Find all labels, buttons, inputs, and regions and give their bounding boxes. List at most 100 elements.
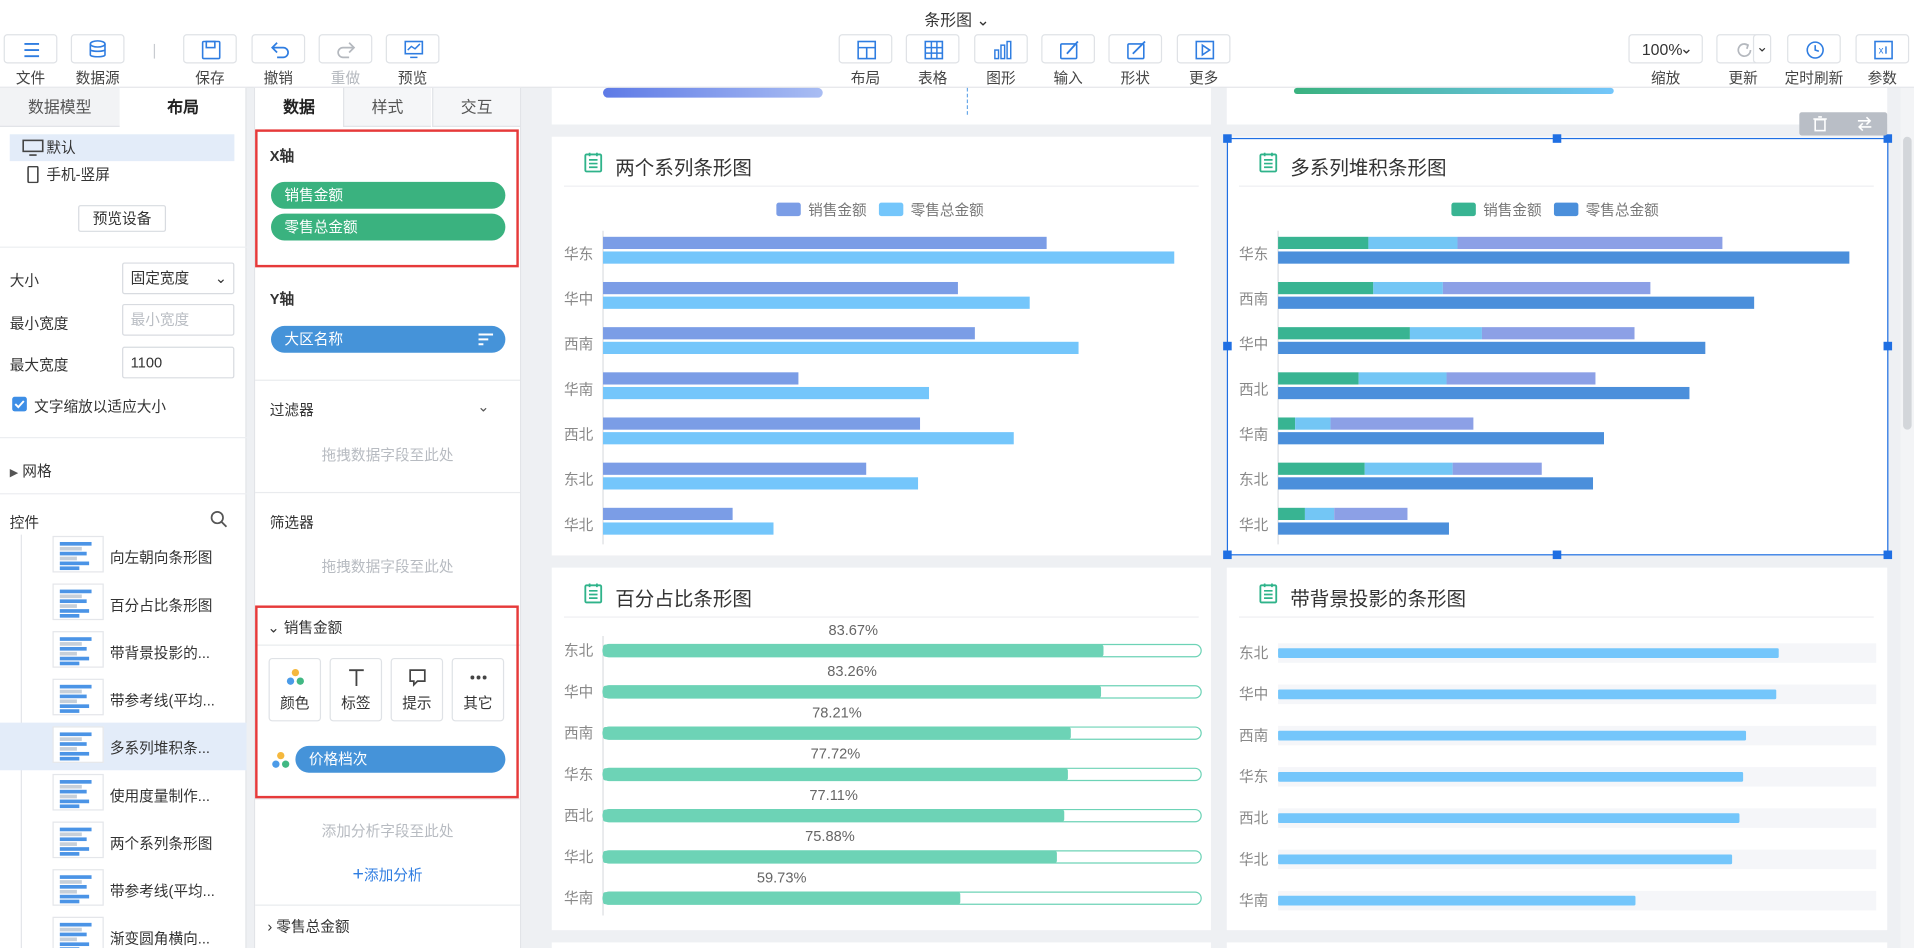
toolbar-button-frame[interactable] [318, 34, 373, 64]
refresh-dropdown[interactable]: ⌄ [1752, 34, 1772, 64]
toolbar-more-button[interactable]: 更多 [1169, 34, 1237, 88]
selector-drop-zone[interactable]: 拖拽数据字段至此处 [255, 555, 520, 576]
control-item[interactable]: 带参考线(平均... [0, 675, 247, 723]
y-tick-label: 西南 [564, 725, 593, 742]
tab-style[interactable]: 样式 [343, 87, 431, 127]
resize-handle[interactable] [1883, 550, 1893, 560]
toolbar-button-frame[interactable] [838, 34, 893, 64]
toolbar-chart-button[interactable]: 图形 [967, 34, 1035, 88]
chevron-down-icon[interactable]: ⌄ [976, 11, 989, 29]
measure2-section[interactable]: › 零售总金额 [267, 916, 349, 937]
search-icon[interactable] [210, 510, 228, 528]
size-select[interactable]: 固定宽度 ⌄ [122, 262, 235, 295]
toolbar-shape-button[interactable]: 形状 [1101, 34, 1169, 88]
resize-handle[interactable] [1223, 134, 1232, 143]
toolbar-input-button[interactable]: 输入 [1034, 34, 1102, 88]
toolbar-database-button[interactable]: 数据源 [63, 34, 131, 88]
resize-handle[interactable] [1223, 341, 1232, 351]
swap-icon[interactable] [1857, 116, 1873, 132]
tab-data[interactable]: 数据 [255, 87, 344, 127]
toolbar-button-frame[interactable]: x [1855, 34, 1910, 64]
toolbar-preview-button[interactable]: 预览 [378, 34, 446, 88]
toolbar-button-frame[interactable] [70, 34, 125, 64]
control-item[interactable]: 带背景投影的... [0, 627, 247, 675]
scrollbar-thumb[interactable] [1903, 136, 1912, 430]
min-width-input[interactable]: 最小宽度 [122, 303, 235, 336]
toolbar-button-label: 布局 [850, 69, 881, 87]
toolbar-undo-button[interactable]: 撤销 [244, 34, 312, 88]
chevron-down-icon: ⌄ [1755, 37, 1769, 55]
control-item[interactable]: 带参考线(平均... [0, 865, 247, 913]
grid-section[interactable]: ▶ 网格 [10, 460, 52, 481]
toolbar-layout-button[interactable]: 布局 [831, 34, 899, 88]
y-tick-label: 华中 [1239, 686, 1268, 703]
control-item[interactable]: 渐变圆角横向... [0, 913, 247, 948]
analysis-drop-zone[interactable]: 添加分析字段至此处 [255, 820, 520, 841]
bar [603, 236, 1047, 250]
document-title[interactable]: 条形图 ⌄ [0, 7, 1914, 30]
y-tick-label: 东北 [564, 643, 594, 660]
y-field-region[interactable]: 大区名称 [270, 325, 506, 353]
resize-handle[interactable] [1223, 550, 1232, 560]
tab-data-model[interactable]: 数据模型 [0, 87, 120, 127]
control-item[interactable]: 向左朝向条形图 [0, 532, 247, 580]
device-default[interactable]: 默认 [9, 134, 235, 162]
bar [603, 850, 1057, 864]
delete-icon[interactable] [1813, 116, 1828, 132]
preview-device-button[interactable]: 预览设备 [78, 205, 167, 232]
divider [255, 379, 521, 381]
toolbar-button-frame[interactable] [1041, 34, 1095, 64]
toolbar-button-frame[interactable] [251, 34, 306, 64]
control-item[interactable]: 百分占比条形图 [0, 580, 247, 628]
resize-handle[interactable] [1552, 550, 1562, 560]
toolbar-button-frame[interactable] [385, 34, 440, 64]
y-tick-label: 华中 [564, 291, 593, 308]
bar [603, 477, 919, 490]
fit-text-label[interactable]: 文字缩放以适应大小 [34, 396, 166, 417]
sort-icon[interactable] [478, 333, 494, 346]
toolbar-redo-button[interactable]: 重做 [311, 34, 379, 88]
fit-text-checkbox[interactable] [12, 396, 27, 412]
chevron-down-icon[interactable]: ⌄ [477, 398, 489, 415]
toolbar-menu-button[interactable]: 文件 [0, 34, 65, 88]
toolbar-clock-button[interactable]: 定时刷新 [1780, 34, 1848, 88]
tab-interaction[interactable]: 交互 [432, 87, 521, 127]
card-two-series[interactable]: 两个系列条形图 销售金额 零售总金额 华东 华中 西南 华南 西北 东北 华北 [551, 136, 1211, 556]
toolbar-button-frame[interactable] [183, 34, 237, 64]
chevron-down-icon: ⌄ [1679, 39, 1694, 58]
resize-handle[interactable] [1552, 134, 1562, 143]
device-mobile[interactable]: 手机-竖屏 [10, 161, 235, 188]
add-analysis-button[interactable]: +添加分析 [255, 864, 520, 886]
filter-drop-zone[interactable]: 拖拽数据字段至此处 [255, 444, 520, 465]
control-item[interactable]: 两个系列条形图 [0, 818, 247, 866]
y-tick-label: 华北 [564, 849, 594, 866]
toolbar-button-frame[interactable] [1176, 34, 1231, 64]
divider [0, 246, 247, 248]
resize-handle[interactable] [1883, 341, 1893, 351]
zoom-select[interactable]: 100% ⌄ [1628, 34, 1703, 64]
toolbar-button-frame[interactable] [3, 34, 58, 64]
control-item[interactable]: 使用度量制作... [0, 770, 247, 818]
toolbar-button-frame[interactable] [905, 34, 960, 64]
canvas-scrollbar[interactable] [1900, 87, 1914, 948]
card-percent[interactable]: 百分占比条形图 东北 83.67% 华中 83.26% 西南 78.21% 华东 77.72%… [551, 567, 1211, 931]
toolbar-button-frame[interactable] [1108, 34, 1163, 64]
tab-layout[interactable]: 布局 [120, 88, 247, 127]
max-width-input[interactable]: 1100 [122, 346, 235, 379]
bar [603, 644, 1104, 657]
toolbar-save-button[interactable]: 保存 [176, 34, 244, 88]
database-icon [89, 40, 106, 58]
plus-icon: + [352, 864, 364, 886]
toolbar-table-button[interactable]: 表格 [898, 34, 966, 88]
control-item[interactable]: 多系列堆积条... [0, 722, 247, 771]
toolbar-params-button[interactable]: x 参数 [1848, 34, 1914, 88]
caret-right-icon: ▶ [9, 466, 19, 479]
device-default-label: 默认 [46, 139, 76, 157]
document-title-text[interactable]: 条形图 [924, 11, 972, 29]
data-label: 83.67% [828, 623, 878, 639]
max-width-label: 最大宽度 [9, 356, 69, 374]
toolbar-button-frame[interactable] [974, 34, 1028, 64]
resize-handle[interactable] [1883, 134, 1893, 143]
toolbar-button-frame[interactable] [1787, 34, 1841, 64]
card-shadow[interactable]: 带背景投影的条形图 东北 华中 西南 华东 西北 华北 华南 [1226, 567, 1888, 931]
